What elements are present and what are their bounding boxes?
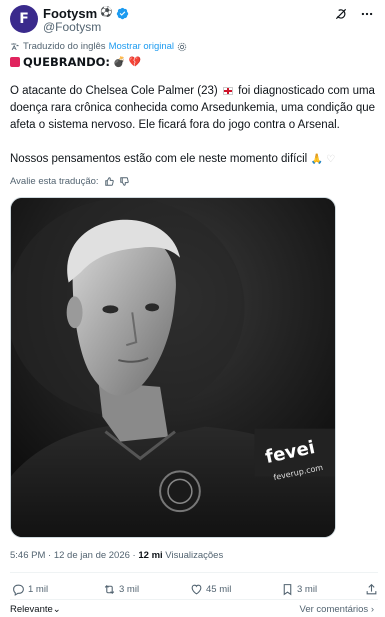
avatar-letter: F — [19, 11, 29, 27]
tweet-paragraph-1-start: O atacante do Chelsea Cole Palmer (23) — [10, 85, 218, 97]
share-icon — [366, 583, 377, 595]
thumbs-down-icon[interactable] — [119, 177, 129, 186]
name-row: Footysm ⚽ — [43, 5, 129, 21]
view-comments-link[interactable]: Ver comentários › — [300, 604, 374, 615]
tweet-date[interactable]: · 12 de jan de 2026 · — [48, 550, 136, 561]
header-actions — [334, 7, 374, 21]
repost-count: 3 mil — [119, 584, 140, 595]
white-heart-emoji-icon: ♡ — [326, 154, 336, 165]
avatar[interactable]: F — [10, 5, 38, 33]
account-name[interactable]: Footysm — [43, 6, 97, 21]
show-original-link[interactable]: Mostrar original — [109, 41, 174, 52]
tweet-paragraph-2: Nossos pensamentos estão com ele neste m… — [10, 151, 380, 168]
chevron-down-icon: ⌄ — [52, 604, 61, 615]
tweet-photo[interactable]: fevei feverup.com — [10, 197, 336, 538]
action-bar: 1 mil 3 mil 45 mil 3 mil — [10, 583, 385, 599]
chevron-right-icon: › — [370, 604, 374, 615]
soccer-ball-icon: ⚽ — [100, 7, 113, 18]
bookmark-count: 3 mil — [297, 584, 318, 595]
more-options-icon[interactable] — [360, 7, 374, 21]
grok-icon[interactable] — [334, 7, 348, 21]
breaking-label: QUEBRANDO: — [23, 55, 111, 69]
verified-badge-icon — [116, 7, 128, 19]
bomb-emoji-icon: 💣 — [113, 56, 126, 68]
translated-label: Traduzido do inglês — [23, 41, 106, 52]
bookmark-button[interactable]: 3 mil — [281, 583, 317, 596]
tweet-paragraph-1: O atacante do Chelsea Cole Palmer (23) f… — [10, 83, 380, 134]
repost-button[interactable]: 3 mil — [103, 583, 139, 596]
sort-dropdown[interactable]: Relevante⌄ — [10, 604, 61, 615]
view-comments-label: Ver comentários — [299, 604, 369, 615]
divider-bottom — [10, 599, 378, 600]
bookmark-icon — [283, 584, 292, 596]
heart-icon — [191, 584, 202, 595]
tweet-paragraph-2-text: Nossos pensamentos estão com ele neste m… — [10, 153, 308, 165]
tweet-meta: 5:46 PM · 12 de jan de 2026 · 12 mi Visu… — [10, 550, 223, 561]
player-photo-illustration — [11, 198, 335, 537]
like-count: 45 mil — [206, 584, 232, 595]
rate-translation: Avalie esta tradução: — [10, 176, 129, 187]
tweet-time[interactable]: 5:46 PM — [10, 550, 45, 561]
views-count: 12 mi — [138, 550, 163, 561]
reply-icon — [13, 584, 24, 596]
account-handle[interactable]: @Footysm — [43, 20, 101, 34]
share-button[interactable] — [365, 583, 378, 596]
broken-heart-emoji-icon: 💔 — [128, 56, 141, 68]
translation-note: Traduzido do inglês Mostrar original — [10, 41, 187, 52]
sort-label: Relevante — [10, 604, 53, 615]
views-label: Visualizações — [165, 550, 224, 561]
reply-count: 1 mil — [28, 584, 49, 595]
england-flag-icon — [222, 86, 233, 95]
tweet-body: O atacante do Chelsea Cole Palmer (23) f… — [10, 83, 380, 185]
repost-icon — [104, 584, 115, 595]
breaking-line: QUEBRANDO: 💣 💔 — [10, 55, 141, 69]
divider-top — [10, 572, 378, 573]
praying-hands-emoji-icon: 🙏 — [310, 154, 323, 165]
siren-emoji-icon — [10, 57, 20, 67]
rate-translation-label: Avalie esta tradução: — [10, 176, 99, 187]
like-button[interactable]: 45 mil — [190, 583, 231, 596]
tweet-header: F Footysm ⚽ @Footysm — [10, 5, 378, 41]
settings-gear-icon[interactable] — [177, 42, 187, 52]
translate-icon — [11, 42, 19, 50]
reply-button[interactable]: 1 mil — [12, 583, 48, 596]
thumbs-up-icon[interactable] — [104, 177, 114, 186]
